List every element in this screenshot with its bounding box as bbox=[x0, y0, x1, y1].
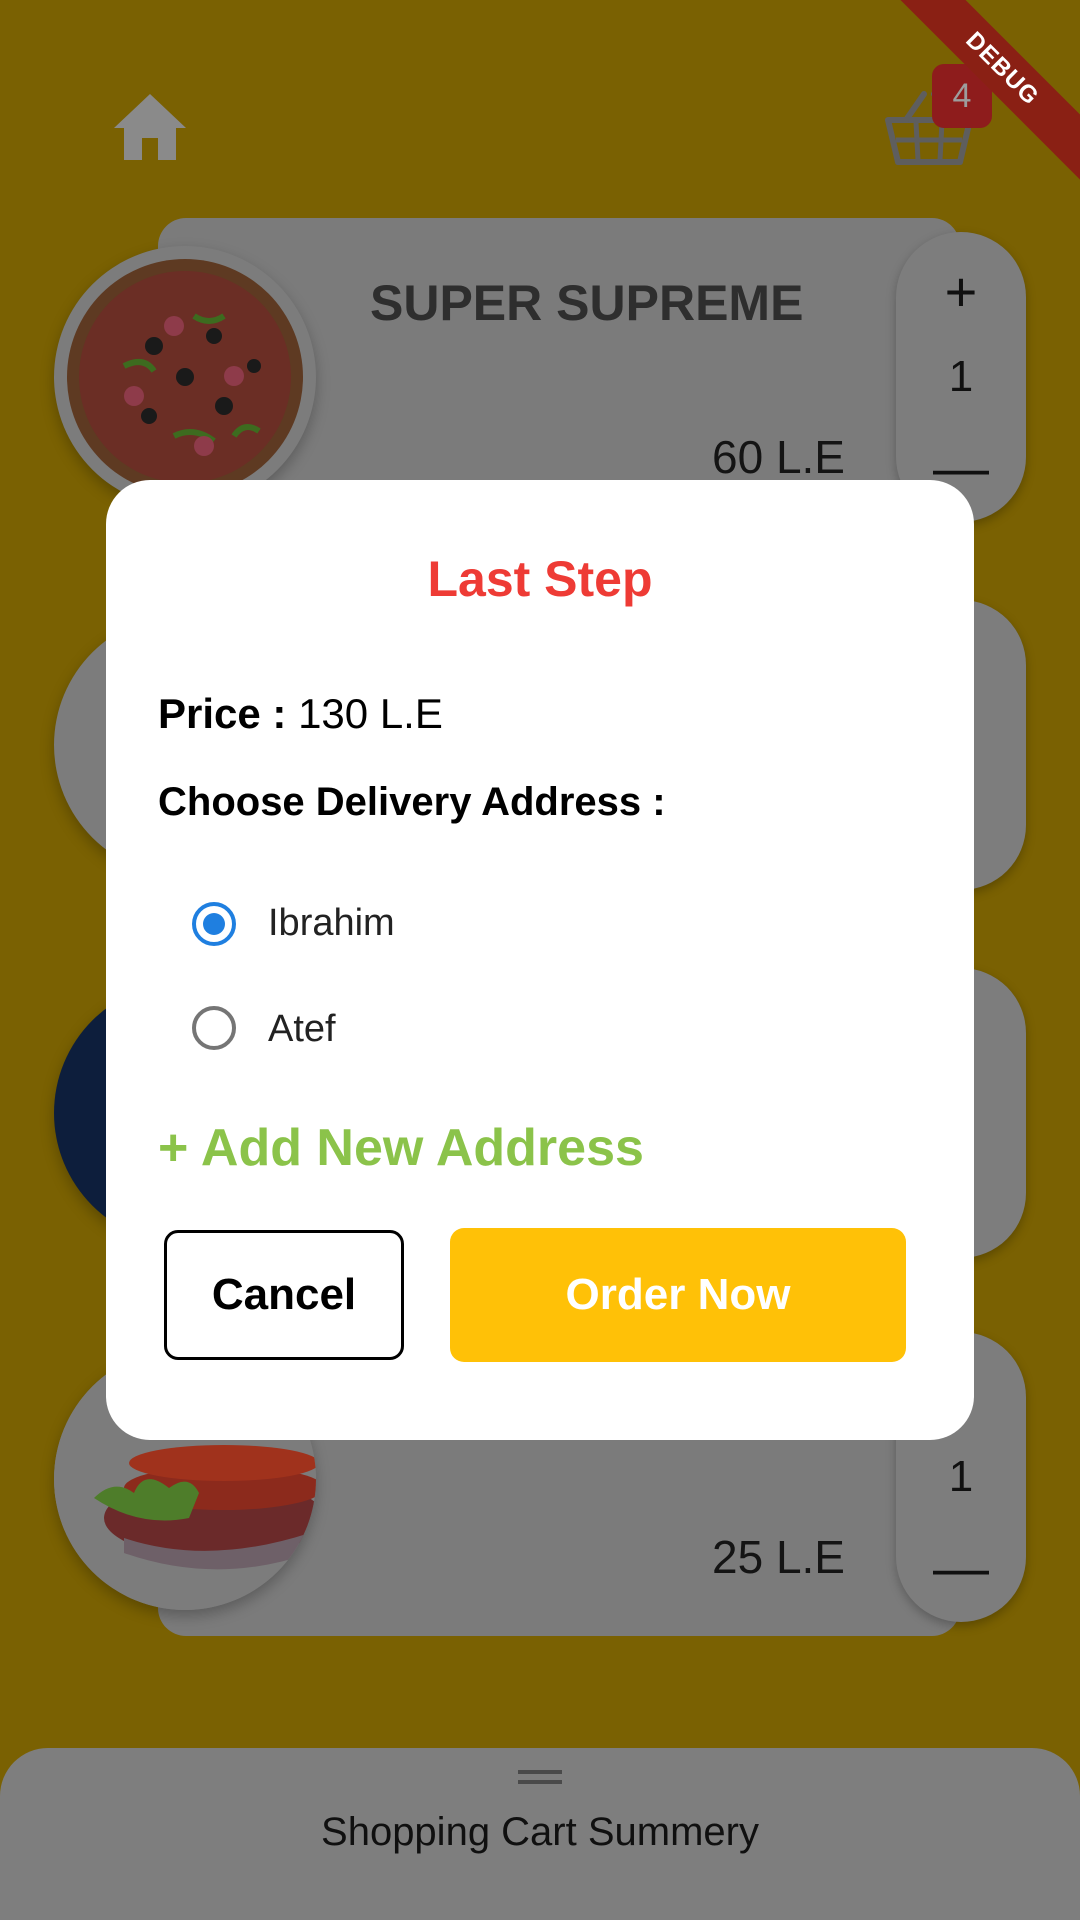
home-icon[interactable] bbox=[112, 92, 188, 162]
pizza-image bbox=[54, 246, 316, 508]
price-label: Price : bbox=[158, 690, 287, 737]
address-option-label[interactable]: Ibrahim bbox=[268, 902, 395, 945]
address-radio-ibrahim[interactable] bbox=[192, 902, 236, 946]
price-value: 130 L.E bbox=[298, 690, 443, 737]
plus-button[interactable]: + bbox=[896, 264, 1026, 320]
item-price: 60 L.E bbox=[712, 431, 845, 483]
cancel-button[interactable]: Cancel bbox=[164, 1230, 404, 1360]
minus-button[interactable]: — bbox=[896, 1540, 1026, 1596]
price-row: Price : 130 L.E bbox=[158, 690, 443, 738]
dialog-title: Last Step bbox=[427, 551, 653, 607]
cart-summary-title: Shopping Cart Summery bbox=[321, 1810, 759, 1854]
item-price: 25 L.E bbox=[712, 1531, 845, 1583]
order-now-button[interactable]: Order Now bbox=[450, 1228, 906, 1362]
quantity-value: 1 bbox=[948, 352, 974, 401]
quantity-value: 1 bbox=[948, 1452, 974, 1501]
delivery-address-label: Choose Delivery Address : bbox=[158, 780, 666, 824]
drag-handle-icon[interactable] bbox=[518, 1770, 562, 1784]
address-radio-atef[interactable] bbox=[192, 1006, 236, 1050]
add-new-address-link[interactable]: + Add New Address bbox=[158, 1118, 644, 1178]
address-option-label[interactable]: Atef bbox=[268, 1008, 336, 1051]
item-title: SUPER SUPREME bbox=[370, 275, 804, 331]
